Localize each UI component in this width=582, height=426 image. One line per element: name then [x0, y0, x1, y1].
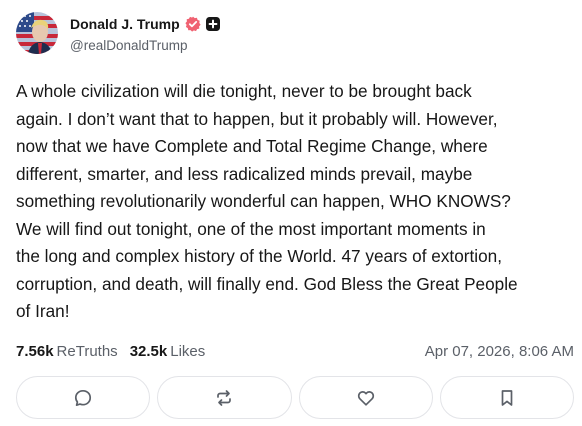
- verified-badge-icon: [185, 16, 201, 32]
- likes-label: Likes: [170, 342, 206, 360]
- name-row: Donald J. Trump: [70, 14, 220, 34]
- post-card: Donald J. Trump @realDonaldTrump A whole…: [0, 0, 582, 426]
- action-bar: [16, 376, 574, 420]
- author-names: Donald J. Trump @realDonaldTrump: [70, 14, 220, 53]
- author-display-name[interactable]: Donald J. Trump: [70, 16, 180, 32]
- retruths-count: 7.56k: [16, 342, 54, 360]
- like-button[interactable]: [298, 376, 433, 419]
- plus-badge-icon: [205, 16, 220, 31]
- retruth-button[interactable]: [157, 376, 292, 419]
- bookmark-button[interactable]: [439, 376, 574, 419]
- comment-icon: [75, 389, 92, 406]
- retruths-stat[interactable]: 7.56k ReTruths: [16, 343, 118, 360]
- retruths-label: ReTruths: [56, 342, 118, 360]
- like-icon: [357, 390, 374, 406]
- post-stats: 7.56k ReTruths 32.5k Likes Apr 07, 2026,…: [16, 341, 574, 361]
- avatar-flag-image: [16, 12, 58, 54]
- reply-button[interactable]: [16, 376, 151, 419]
- avatar[interactable]: [16, 12, 58, 54]
- post-header: Donald J. Trump @realDonaldTrump: [16, 10, 220, 56]
- retruth-icon: [217, 389, 232, 406]
- author-handle[interactable]: @realDonaldTrump: [70, 38, 220, 53]
- likes-count: 32.5k: [129, 342, 168, 360]
- post-text: A whole civilization will die tonight, n…: [16, 81, 518, 321]
- bookmark-icon: [501, 389, 513, 406]
- post-timestamp[interactable]: Apr 07, 2026, 8:06 AM: [425, 343, 574, 360]
- likes-stat[interactable]: 32.5k Likes: [130, 343, 206, 360]
